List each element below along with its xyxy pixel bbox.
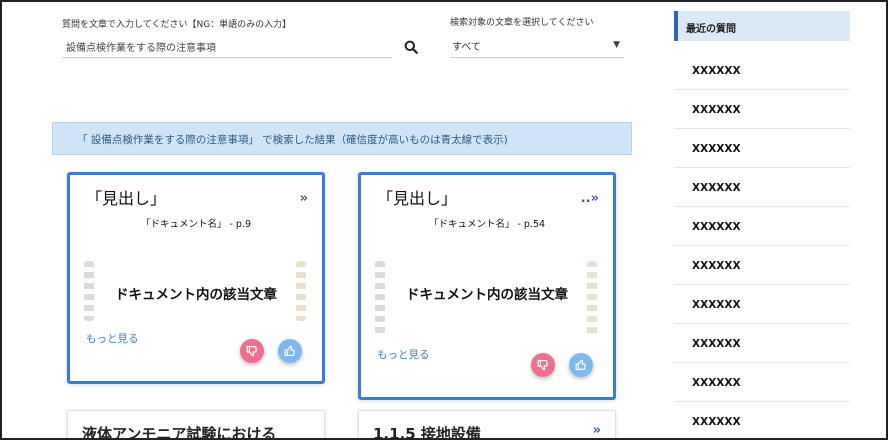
search-icon[interactable] (404, 40, 418, 54)
thumbs-down-icon (246, 345, 257, 357)
result-card-partial[interactable]: 液体アンモニア試験における (67, 410, 325, 440)
more-link[interactable]: もっと見る (377, 347, 430, 362)
recent-question-item[interactable]: XXXXXX (674, 325, 850, 363)
recent-question-item[interactable]: XXXXXX (674, 208, 850, 246)
recent-question-item[interactable]: XXXXXX (674, 52, 850, 90)
recent-question-item[interactable]: XXXXXX (674, 91, 850, 129)
question-input[interactable] (62, 36, 392, 58)
thumbs-up-icon (575, 359, 586, 371)
thumbs-up-icon (284, 345, 295, 357)
card-document-name: 「ドキュメント名」 - p.54 (428, 219, 546, 230)
card-excerpt: ドキュメント内の該当文章 (115, 287, 277, 303)
result-card[interactable]: 「見出し」 ..» 「ドキュメント名」 - p.54 ドキュメント内の該当文章 … (358, 172, 616, 400)
recent-question-item[interactable]: XXXXXX (674, 286, 850, 324)
result-banner: 「 設備点検作業をする際の注意事項」 で検索した結果（確信度が高いものは青太線で… (52, 122, 632, 155)
chevron-double-right-icon[interactable]: » (593, 423, 601, 438)
card-title: 「見出し」 (377, 189, 458, 208)
recent-question-item[interactable]: XXXXXX (674, 247, 850, 285)
thumbs-down-button[interactable] (240, 339, 264, 363)
thumbs-down-icon (537, 359, 548, 371)
recent-question-item[interactable]: XXXXXX (674, 130, 850, 168)
thumbs-up-button[interactable] (278, 339, 302, 363)
result-card[interactable]: 「見出し」 » 「ドキュメント名」 - p.9 ドキュメント内の該当文章 もっと… (67, 172, 325, 384)
app-frame: 質問を文章で入力してください【NG：単語のみの入力】 検索対象の文章を選択してく… (0, 0, 888, 440)
card-title: 1.1.5 接地設備 (373, 425, 481, 440)
target-select-value: すべて (452, 42, 481, 53)
card-title: 「見出し」 (86, 189, 167, 208)
card-document-name: 「ドキュメント名」 - p.9 (140, 219, 252, 230)
thumbs-down-button[interactable] (531, 353, 555, 377)
thumbs-up-button[interactable] (569, 353, 593, 377)
recent-question-item[interactable]: XXXXXX (674, 364, 850, 402)
card-title: 液体アンモニア試験における (82, 425, 277, 440)
more-link[interactable]: もっと見る (86, 331, 139, 346)
question-label: 質問を文章で入力してください【NG：単語のみの入力】 (62, 20, 292, 30)
recent-questions-title: 最近の質問 (674, 11, 850, 41)
recent-question-item[interactable]: XXXXXX (674, 169, 850, 207)
target-select[interactable]: すべて ▼ (450, 34, 624, 58)
target-label: 検索対象の文章を選択してください (450, 18, 594, 28)
caret-down-icon: ▼ (613, 40, 620, 50)
card-excerpt: ドキュメント内の該当文章 (406, 287, 568, 303)
result-card-partial[interactable]: 1.1.5 接地設備 » (358, 410, 616, 440)
chevron-double-right-icon[interactable]: » (300, 191, 308, 206)
chevron-double-right-icon[interactable]: ..» (581, 191, 599, 206)
recent-question-item[interactable]: XXXXXX (674, 403, 850, 438)
